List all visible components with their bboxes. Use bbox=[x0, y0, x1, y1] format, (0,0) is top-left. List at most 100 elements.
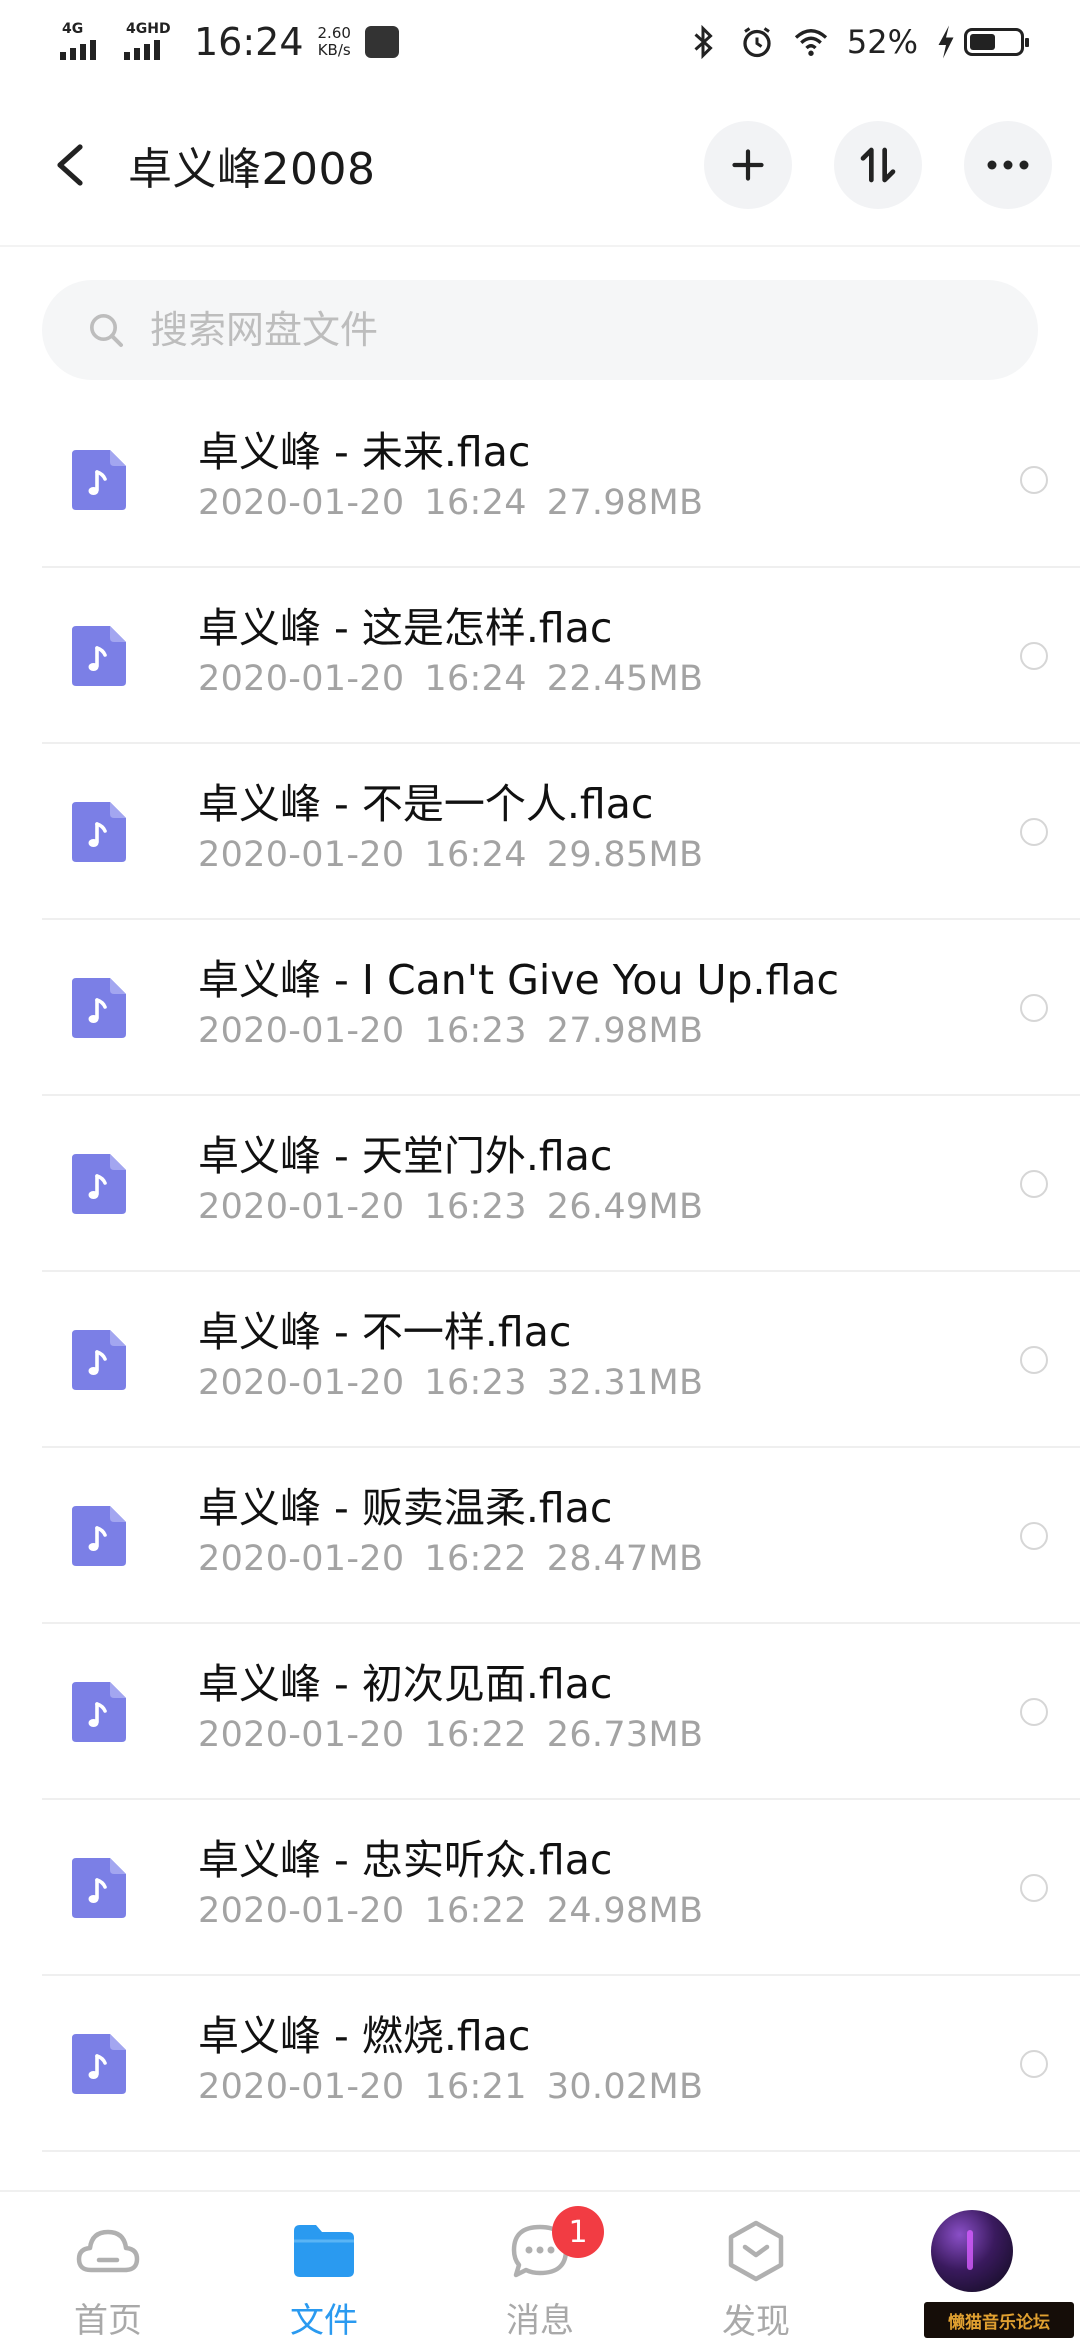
file-row[interactable]: 卓义峰 - 初次见面.flac 2020-01-20 16:22 26.73MB bbox=[0, 1624, 1080, 1800]
select-radio[interactable] bbox=[1020, 642, 1048, 670]
select-radio[interactable] bbox=[1020, 818, 1048, 846]
nav-discover-label: 发现 bbox=[722, 2302, 790, 2340]
file-date: 2020-01-20 bbox=[198, 1187, 405, 1227]
select-radio[interactable] bbox=[1020, 994, 1048, 1022]
file-row[interactable]: 卓义峰 - 贩卖温柔.flac 2020-01-20 16:22 28.47MB bbox=[0, 1448, 1080, 1624]
file-row[interactable]: 卓义峰 - 燃烧.flac 2020-01-20 16:21 30.02MB bbox=[0, 1976, 1080, 2152]
file-date: 2020-01-20 bbox=[198, 2067, 405, 2107]
music-file-icon bbox=[72, 1330, 126, 1390]
file-size: 28.47MB bbox=[546, 1539, 704, 1579]
cloud-icon bbox=[76, 2229, 140, 2272]
nav-discover[interactable]: 发现 bbox=[648, 2192, 864, 2340]
file-size: 32.31MB bbox=[546, 1363, 704, 1403]
select-radio[interactable] bbox=[1020, 1874, 1048, 1902]
file-meta: 2020-01-20 16:24 29.85MB bbox=[198, 832, 703, 878]
status-bar: 4G 4GHD 16:24 2.60 KB/s 52% bbox=[0, 0, 1080, 84]
bottom-nav: 首页 文件 1 消息 发现 bbox=[0, 2190, 1080, 2340]
add-button[interactable] bbox=[704, 121, 792, 209]
search-icon bbox=[90, 314, 123, 347]
select-radio[interactable] bbox=[1020, 2050, 1048, 2078]
file-date: 2020-01-20 bbox=[198, 1539, 405, 1579]
file-name: 卓义峰 - 不是一个人.flac bbox=[198, 780, 654, 828]
status-time: 16:24 bbox=[194, 20, 304, 64]
file-size: 26.49MB bbox=[546, 1187, 704, 1227]
file-list: 卓义峰 - 未来.flac 2020-01-20 16:24 27.98MB 卓义峰… bbox=[0, 392, 1080, 2152]
file-time: 16:22 bbox=[424, 1715, 527, 1755]
sort-button[interactable] bbox=[834, 121, 922, 209]
file-date: 2020-01-20 bbox=[198, 659, 405, 699]
file-name: 卓义峰 - 初次见面.flac bbox=[198, 1660, 613, 1708]
more-icon bbox=[987, 160, 1029, 170]
battery-icon bbox=[964, 28, 1029, 56]
file-size: 26.73MB bbox=[546, 1715, 704, 1755]
file-size: 27.98MB bbox=[546, 483, 704, 523]
file-name: 卓义峰 - 这是怎样.flac bbox=[198, 604, 613, 652]
file-meta: 2020-01-20 16:23 32.31MB bbox=[198, 1360, 703, 1406]
music-file-icon bbox=[72, 1154, 126, 1214]
wifi-icon bbox=[794, 29, 827, 56]
file-size: 22.45MB bbox=[546, 659, 704, 699]
network-speed: 2.60 KB/s bbox=[318, 25, 351, 59]
more-button[interactable] bbox=[964, 121, 1052, 209]
select-radio[interactable] bbox=[1020, 1170, 1048, 1198]
music-file-icon bbox=[72, 1682, 126, 1742]
select-radio[interactable] bbox=[1020, 1522, 1048, 1550]
file-name: 卓义峰 - 贩卖温柔.flac bbox=[198, 1484, 613, 1532]
network-speed-value: 2.60 bbox=[317, 24, 351, 42]
file-meta: 2020-01-20 16:22 28.47MB bbox=[198, 1536, 703, 1582]
select-radio[interactable] bbox=[1020, 466, 1048, 494]
file-time: 16:23 bbox=[424, 1011, 527, 1051]
file-name: 卓义峰 - 天堂门外.flac bbox=[198, 1132, 613, 1180]
music-file-icon bbox=[72, 978, 126, 1038]
music-file-icon bbox=[72, 1858, 126, 1918]
avatar[interactable] bbox=[931, 2210, 1013, 2292]
file-name: 卓义峰 - I Can't Give You Up.flac bbox=[198, 956, 840, 1004]
signal-1-icon: 4G bbox=[58, 22, 108, 62]
file-row[interactable]: 卓义峰 - 忠实听众.flac 2020-01-20 16:22 24.98MB bbox=[0, 1800, 1080, 1976]
network-speed-unit: KB/s bbox=[317, 41, 351, 59]
music-file-icon bbox=[72, 2034, 126, 2094]
nav-home[interactable]: 首页 bbox=[0, 2192, 216, 2340]
file-name: 卓义峰 - 燃烧.flac bbox=[198, 2012, 531, 2060]
file-size: 27.98MB bbox=[546, 1011, 704, 1051]
music-file-icon bbox=[72, 626, 126, 686]
nav-files[interactable]: 文件 bbox=[216, 2192, 432, 2340]
file-row[interactable]: 卓义峰 - I Can't Give You Up.flac 2020-01-2… bbox=[0, 920, 1080, 1096]
signal-2-icon: 4GHD bbox=[122, 22, 172, 62]
bluetooth-icon bbox=[694, 24, 713, 60]
file-name: 卓义峰 - 不一样.flac bbox=[198, 1308, 572, 1356]
file-name: 卓义峰 - 未来.flac bbox=[198, 428, 531, 476]
file-date: 2020-01-20 bbox=[198, 483, 405, 523]
add-icon bbox=[732, 149, 764, 181]
alarm-icon bbox=[743, 27, 771, 58]
file-meta: 2020-01-20 16:21 30.02MB bbox=[198, 2064, 703, 2110]
back-button[interactable] bbox=[30, 125, 110, 205]
select-radio[interactable] bbox=[1020, 1698, 1048, 1726]
file-row[interactable]: 卓义峰 - 这是怎样.flac 2020-01-20 16:24 22.45MB bbox=[0, 568, 1080, 744]
file-size: 24.98MB bbox=[546, 1891, 704, 1931]
file-row[interactable]: 卓义峰 - 未来.flac 2020-01-20 16:24 27.98MB bbox=[0, 392, 1080, 568]
file-row[interactable]: 卓义峰 - 天堂门外.flac 2020-01-20 16:23 26.49MB bbox=[0, 1096, 1080, 1272]
charging-bolt-icon bbox=[938, 25, 954, 59]
file-time: 16:21 bbox=[424, 2067, 527, 2107]
watermark: 懒猫音乐论坛 bbox=[924, 2302, 1074, 2338]
file-time: 16:24 bbox=[424, 835, 527, 875]
search-bar[interactable] bbox=[42, 280, 1038, 380]
nav-files-label: 文件 bbox=[290, 2301, 358, 2340]
file-meta: 2020-01-20 16:23 27.98MB bbox=[198, 1008, 839, 1054]
select-radio[interactable] bbox=[1020, 1346, 1048, 1374]
file-date: 2020-01-20 bbox=[198, 1715, 405, 1755]
sort-icon bbox=[860, 147, 896, 183]
file-date: 2020-01-20 bbox=[198, 1363, 405, 1403]
file-size: 29.85MB bbox=[546, 835, 704, 875]
search-input[interactable] bbox=[150, 308, 930, 352]
battery-percent: 52% bbox=[846, 23, 918, 61]
file-row[interactable]: 卓义峰 - 不是一个人.flac 2020-01-20 16:24 29.85MB bbox=[0, 744, 1080, 920]
file-meta: 2020-01-20 16:23 26.49MB bbox=[198, 1184, 703, 1230]
file-meta: 2020-01-20 16:22 24.98MB bbox=[198, 1888, 703, 1934]
file-meta: 2020-01-20 16:22 26.73MB bbox=[198, 1712, 703, 1758]
back-arrow-icon bbox=[57, 144, 83, 186]
file-date: 2020-01-20 bbox=[198, 835, 405, 875]
nav-messages[interactable]: 1 消息 bbox=[432, 2192, 648, 2340]
file-row[interactable]: 卓义峰 - 不一样.flac 2020-01-20 16:23 32.31MB bbox=[0, 1272, 1080, 1448]
